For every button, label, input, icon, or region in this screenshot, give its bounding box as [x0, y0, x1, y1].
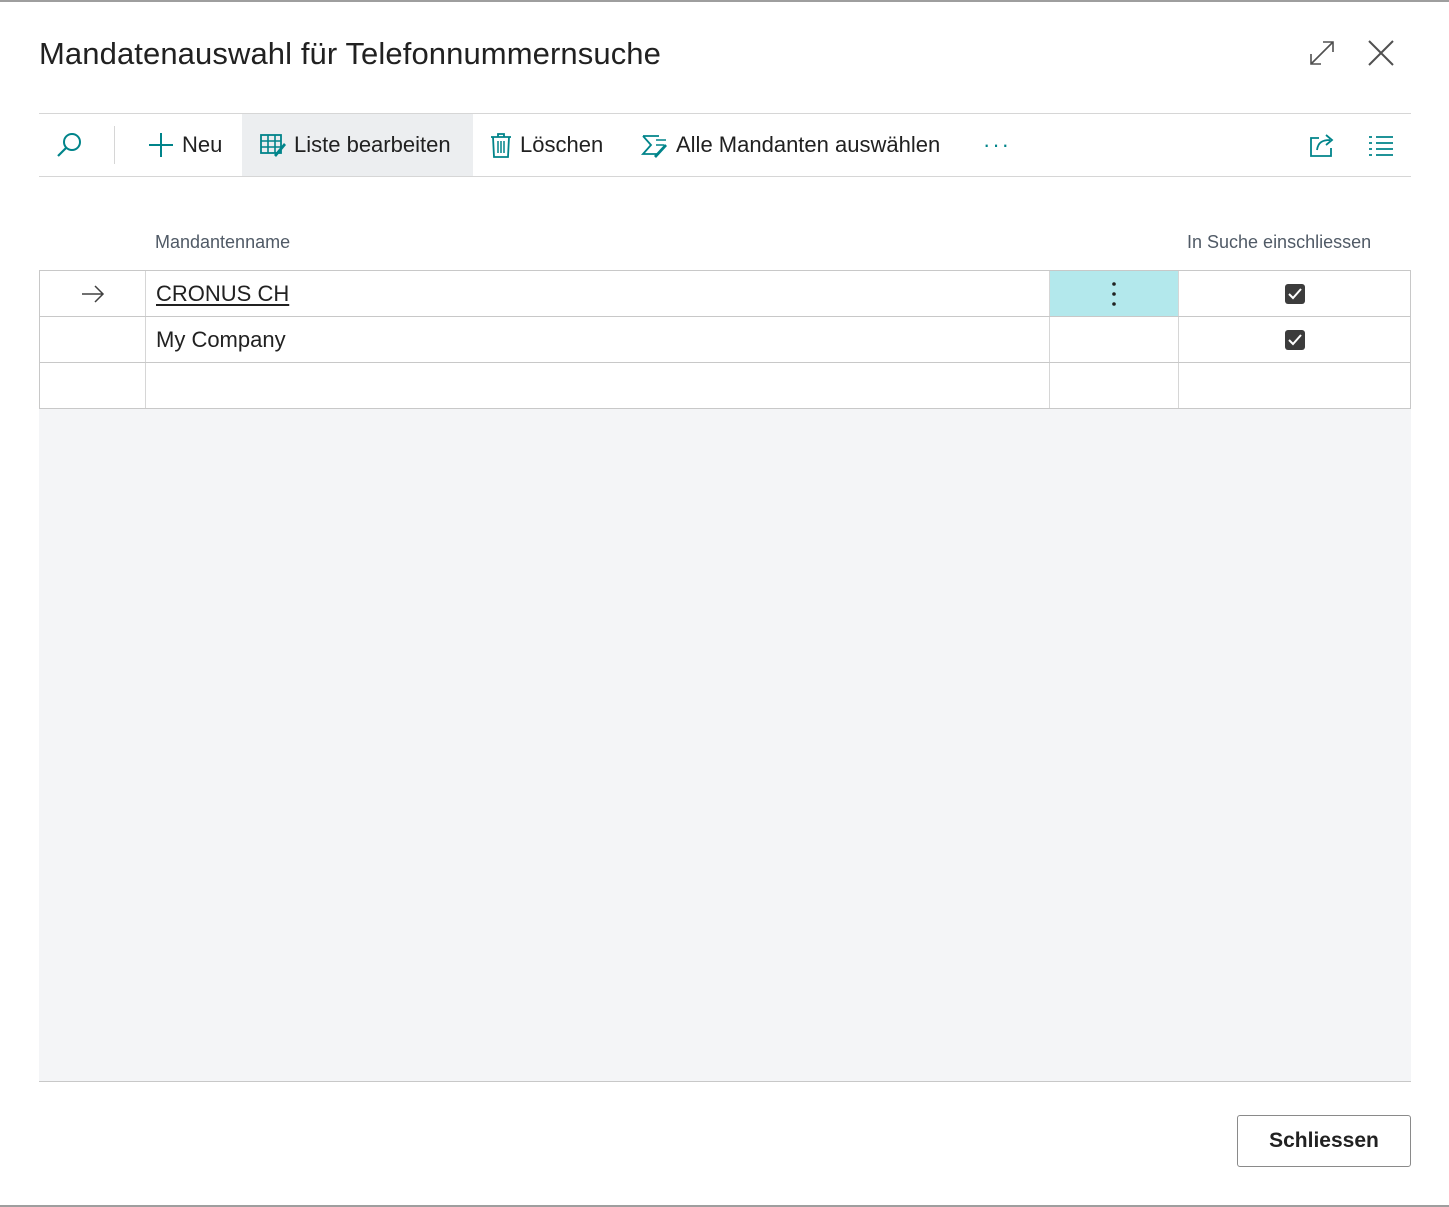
- toolbar-separator: [114, 126, 115, 164]
- select-all-companies-button[interactable]: Alle Mandanten auswählen: [632, 114, 962, 176]
- company-name-cell[interactable]: [146, 363, 1050, 408]
- delete-label: Löschen: [520, 132, 604, 157]
- share-button[interactable]: [1301, 114, 1343, 176]
- toolbar-divider-bottom: [39, 176, 1411, 177]
- table-row[interactable]: My Company: [40, 317, 1410, 363]
- include-checkbox[interactable]: [1284, 329, 1305, 350]
- select-all-icon: [640, 132, 668, 158]
- table-row[interactable]: CRONUS CH: [40, 271, 1410, 317]
- table-empty-area: [39, 409, 1411, 1082]
- list-view-button[interactable]: [1360, 114, 1402, 176]
- include-checkbox[interactable]: [1284, 283, 1305, 304]
- more-label: ···: [983, 132, 1011, 157]
- table-row-empty[interactable]: [40, 363, 1410, 409]
- include-in-search-cell: [1179, 317, 1410, 362]
- row-actions-cell[interactable]: [1050, 317, 1179, 362]
- delete-button[interactable]: Löschen: [482, 114, 617, 176]
- include-in-search-cell[interactable]: [1179, 363, 1410, 408]
- vertical-ellipsis-icon: [1112, 281, 1116, 306]
- checkmark-icon: [1287, 333, 1302, 345]
- arrow-right-icon: [81, 284, 104, 303]
- plus-icon: [148, 132, 174, 158]
- checkmark-icon: [1287, 287, 1302, 299]
- close-icon: [1368, 40, 1394, 66]
- trash-icon: [490, 132, 512, 158]
- company-name-cell[interactable]: My Company: [146, 317, 1050, 362]
- row-actions-button[interactable]: [1050, 271, 1179, 316]
- column-header-include-in-search[interactable]: In Suche einschliessen: [1187, 232, 1371, 253]
- search-icon: [57, 133, 81, 157]
- company-table: CRONUS CH My Company: [39, 270, 1411, 409]
- include-in-search-cell: [1179, 271, 1410, 316]
- edit-list-icon: [260, 133, 286, 157]
- search-button[interactable]: [46, 114, 92, 176]
- more-options-button[interactable]: ···: [976, 114, 1018, 176]
- expand-icon: [1310, 41, 1334, 65]
- new-label: Neu: [182, 132, 223, 157]
- column-header-company-name[interactable]: Mandantenname: [155, 232, 290, 253]
- row-indicator: [40, 363, 146, 408]
- new-button[interactable]: Neu: [140, 114, 234, 176]
- dialog-title: Mandatenauswahl für Telefonnummernsuche: [39, 36, 661, 71]
- close-button-label: Schliessen: [1269, 1129, 1379, 1152]
- list-icon: [1369, 136, 1393, 156]
- select-all-label: Alle Mandanten auswählen: [676, 132, 941, 157]
- close-dialog-button[interactable]: [1362, 34, 1400, 72]
- row-indicator: [40, 271, 146, 316]
- share-icon: [1310, 134, 1334, 157]
- close-button[interactable]: Schliessen: [1237, 1115, 1411, 1167]
- company-name-cell[interactable]: CRONUS CH: [146, 271, 1050, 316]
- row-indicator: [40, 317, 146, 362]
- row-actions-cell[interactable]: [1050, 363, 1179, 408]
- expand-button[interactable]: [1303, 34, 1341, 72]
- window-top-border: [0, 0, 1449, 2]
- edit-list-label: Liste bearbeiten: [294, 132, 451, 157]
- edit-list-button[interactable]: Liste bearbeiten: [242, 114, 473, 176]
